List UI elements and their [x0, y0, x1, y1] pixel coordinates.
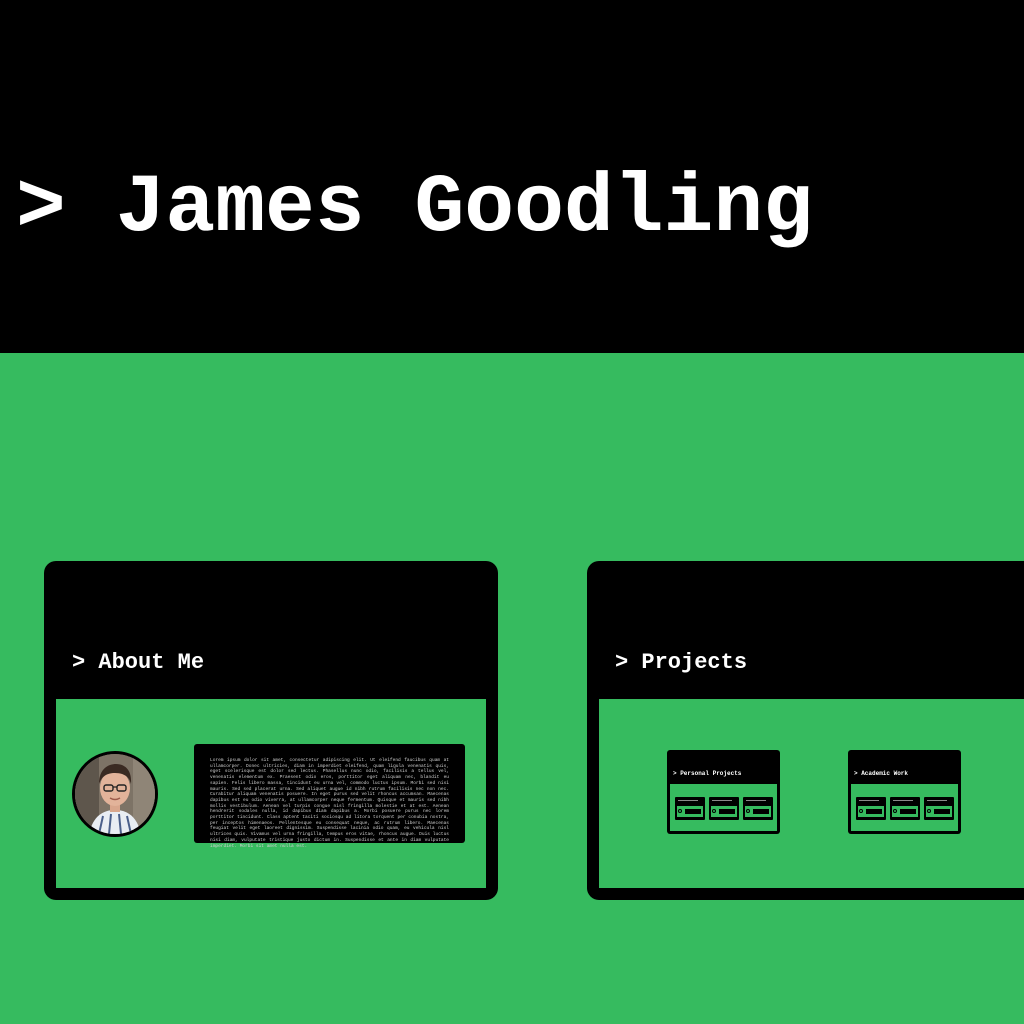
- thumbnail-dot-icon: [678, 809, 682, 813]
- thumbnail-bar: [685, 809, 701, 814]
- bio-text: Lorem ipsum dolor sit amet, consectetur …: [210, 758, 449, 849]
- thumbnail-bar: [719, 809, 735, 814]
- projects-card[interactable]: > Projects > Personal Projects > Academi…: [587, 561, 1024, 900]
- thumbnail-body: [892, 806, 918, 817]
- project-thumbnail[interactable]: [709, 797, 739, 820]
- person-portrait-icon: [75, 754, 155, 834]
- thumbnail-body: [677, 806, 703, 817]
- thumbnail-body: [926, 806, 952, 817]
- academic-work-thumbnails: [851, 784, 958, 831]
- thumbnail-bar: [753, 809, 769, 814]
- bio-text-box: Lorem ipsum dolor sit amet, consectetur …: [194, 744, 465, 849]
- about-me-card[interactable]: > About Me Lorem ipsum dolor sit amet, c…: [44, 561, 498, 900]
- about-me-body: Lorem ipsum dolor sit amet, consectetur …: [56, 699, 486, 888]
- hero-banner: > James Goodling: [0, 0, 1024, 353]
- academic-work-title: > Academic Work: [854, 770, 909, 777]
- personal-projects-card[interactable]: > Personal Projects: [667, 750, 780, 834]
- thumbnail-bar: [866, 809, 882, 814]
- thumbnail-body: [745, 806, 771, 817]
- thumbnail-dot-icon: [859, 809, 863, 813]
- project-thumbnail[interactable]: [743, 797, 773, 820]
- personal-projects-thumbnails: [670, 784, 777, 831]
- thumbnail-dot-icon: [712, 809, 716, 813]
- project-thumbnail[interactable]: [924, 797, 954, 820]
- about-me-heading: > About Me: [72, 650, 205, 675]
- site-title: > James Goodling: [16, 161, 813, 255]
- thumbnail-header: [893, 800, 913, 801]
- project-thumbnail[interactable]: [675, 797, 705, 820]
- thumbnail-dot-icon: [927, 809, 931, 813]
- project-thumbnail[interactable]: [890, 797, 920, 820]
- thumbnail-header: [859, 800, 879, 801]
- profile-photo: [72, 751, 158, 837]
- project-thumbnail[interactable]: [856, 797, 886, 820]
- personal-projects-title: > Personal Projects: [673, 770, 742, 777]
- thumbnail-header: [927, 800, 947, 801]
- thumbnail-header: [746, 800, 766, 801]
- thumbnail-dot-icon: [893, 809, 897, 813]
- thumbnail-header: [712, 800, 732, 801]
- thumbnail-bar: [900, 809, 916, 814]
- thumbnail-bar: [934, 809, 950, 814]
- thumbnail-header: [678, 800, 698, 801]
- thumbnail-body: [858, 806, 884, 817]
- projects-heading: > Projects: [615, 650, 748, 675]
- thumbnail-dot-icon: [746, 809, 750, 813]
- projects-body: > Personal Projects > Academic Work: [599, 699, 1024, 888]
- academic-work-card[interactable]: > Academic Work: [848, 750, 961, 834]
- thumbnail-body: [711, 806, 737, 817]
